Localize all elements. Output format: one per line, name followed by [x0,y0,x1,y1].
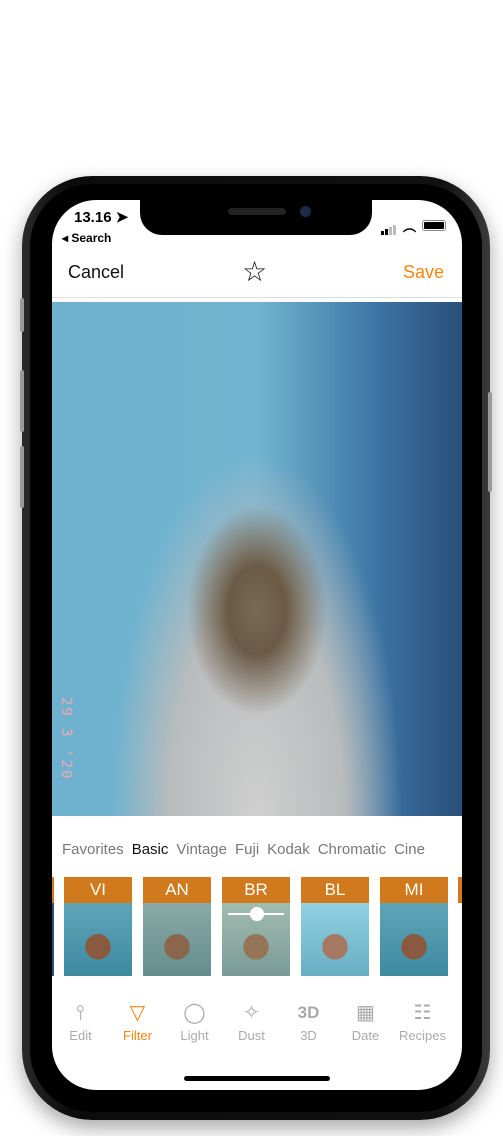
filter-thumb[interactable]: BL [301,877,369,976]
filter-thumb-partial[interactable] [52,877,54,976]
filter-thumb[interactable]: MI [380,877,448,976]
date-stamp: 29 3 '20 [58,697,74,781]
calendar-icon: ▦ [356,1002,375,1024]
tool-date[interactable]: ▦ Date [337,998,394,1043]
camera [300,206,311,217]
photo-preview: 29 3 '20 [52,302,462,816]
battery-icon [422,220,446,231]
tool-dust[interactable]: ✧ Dust [223,998,280,1043]
filter-category-tabs: Favorites Basic Vintage Fuji Kodak Chromatic C… [62,841,433,858]
notch [140,200,372,235]
tool-light[interactable]: ◯ Light [166,998,223,1043]
filter-intensity-slider[interactable] [228,907,284,921]
filter-thumb[interactable]: AN [143,877,211,976]
tab-kodak[interactable]: Kodak [267,841,310,858]
tab-basic[interactable]: Basic [132,841,169,858]
back-to-search[interactable]: ◂ Search [62,231,111,245]
slider-knob[interactable] [250,907,264,921]
tab-vintage[interactable]: Vintage [176,841,227,858]
volume-down-button [20,446,24,508]
sliders-icon: ⫯ [76,1002,85,1024]
tab-favorites[interactable]: Favorites [62,841,124,858]
status-time: 13.16 ➤ [74,209,129,226]
funnel-icon: ▽ [129,1002,146,1024]
filter-thumb[interactable]: VI [64,877,132,976]
power-button [488,392,492,492]
home-indicator[interactable] [184,1076,330,1081]
save-button[interactable]: Save [403,262,444,283]
screen: 13.16 ➤ ◂ Search ︵ Cancel ☆ Save 29 3 '2… [52,200,462,1090]
speaker [228,208,286,215]
dust-icon: ✧ [243,1002,260,1024]
tool-edit[interactable]: ⫯ Edit [52,998,109,1043]
wifi-icon: ︵ [402,219,416,234]
tab-chromatic[interactable]: Chromatic [318,841,386,858]
filter-thumbnails: VI AN BR BL MI [52,877,462,976]
lens-icon: ◯ [183,1002,206,1024]
recipes-icon: ☷ [413,1002,432,1024]
tool-bar: ⫯ Edit ▽ Filter ◯ Light ✧ Dust 3D 3D ▦ Date ☷ R… [52,998,462,1043]
3d-icon: 3D [297,1003,320,1022]
filter-thumb-partial[interactable] [458,877,462,976]
tab-fuji[interactable]: Fuji [235,841,259,858]
silent-switch [20,298,24,332]
tool-3d[interactable]: 3D 3D [280,998,337,1043]
filter-thumb-selected[interactable]: BR [222,877,290,976]
signal-icon [380,217,397,235]
volume-up-button [20,370,24,432]
star-icon[interactable]: ☆ [242,257,267,287]
status-icons: ︵ [380,216,446,235]
nav-bar: Cancel ☆ Save [52,250,462,298]
tool-filter[interactable]: ▽ Filter [109,998,166,1043]
tab-cine[interactable]: Cine [394,841,425,858]
tool-recipes[interactable]: ☷ Recipes [394,998,451,1043]
cancel-button[interactable]: Cancel [68,262,124,283]
